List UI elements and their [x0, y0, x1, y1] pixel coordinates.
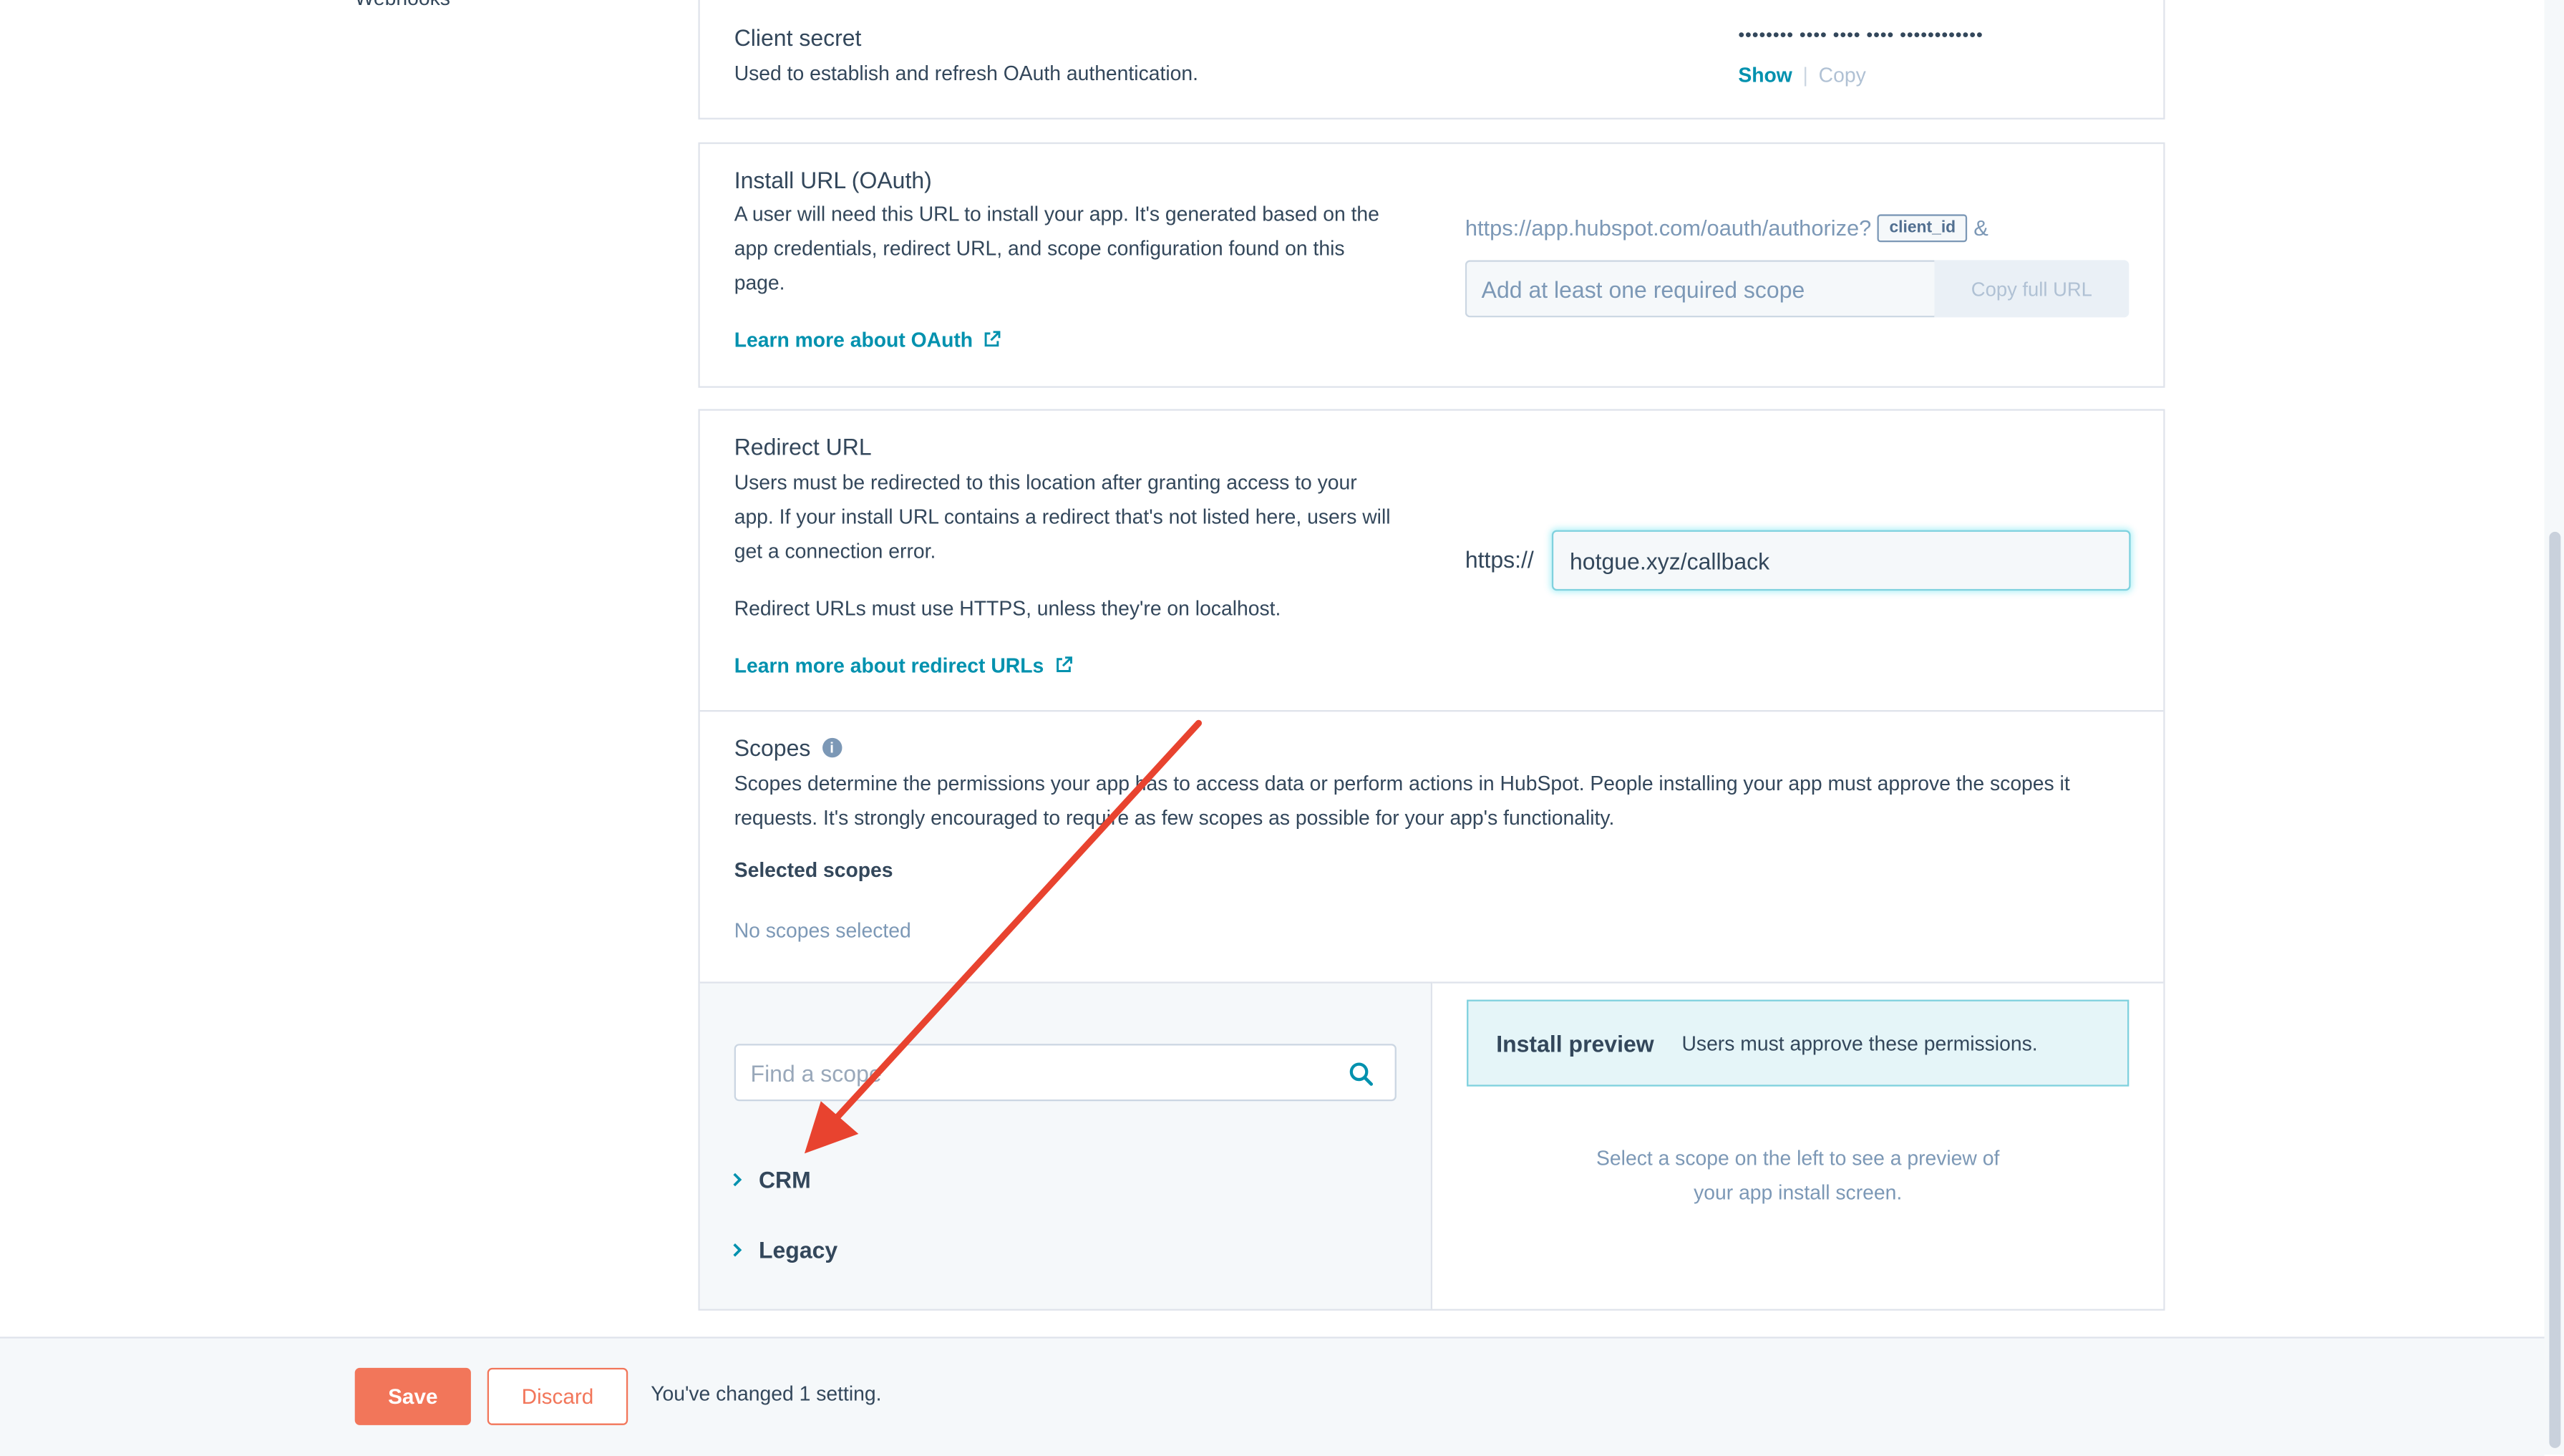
annotation-arrow: [804, 719, 1203, 1154]
